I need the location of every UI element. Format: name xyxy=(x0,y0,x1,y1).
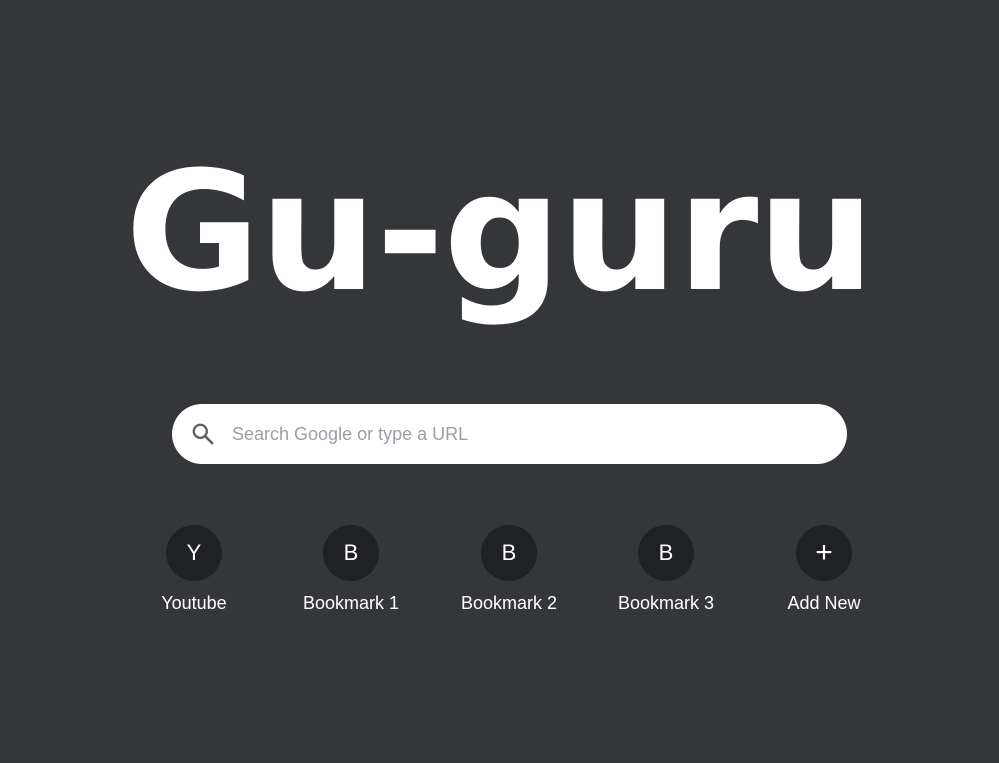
search-box[interactable] xyxy=(172,404,847,464)
new-tab-page: Gu-guru Y Youtube B Bookmark 1 B Bookmar… xyxy=(0,0,999,763)
shortcuts-row: Y Youtube B Bookmark 1 B Bookmark 2 B Bo… xyxy=(0,525,999,625)
shortcut-bookmark-3[interactable]: B Bookmark 3 xyxy=(606,525,726,614)
logo-text: Gu-guru xyxy=(125,136,875,328)
plus-icon: + xyxy=(796,525,852,581)
shortcut-label: Bookmark 2 xyxy=(460,593,558,613)
shortcut-bookmark-2[interactable]: B Bookmark 2 xyxy=(449,525,569,614)
shortcut-bookmark-1[interactable]: B Bookmark 1 xyxy=(291,525,411,614)
shortcut-label: Add New xyxy=(787,593,861,613)
shortcut-label: Bookmark 3 xyxy=(617,593,715,613)
shortcut-label: Bookmark 1 xyxy=(302,593,400,613)
search-icon xyxy=(190,421,216,447)
shortcut-label: Youtube xyxy=(161,593,227,613)
shortcut-icon: B xyxy=(323,525,379,581)
add-shortcut-button[interactable]: + Add New xyxy=(764,525,884,614)
shortcut-youtube[interactable]: Y Youtube xyxy=(134,525,254,614)
search-input[interactable] xyxy=(232,404,822,464)
shortcut-icon: B xyxy=(481,525,537,581)
shortcut-icon: B xyxy=(638,525,694,581)
shortcut-icon: Y xyxy=(166,525,222,581)
